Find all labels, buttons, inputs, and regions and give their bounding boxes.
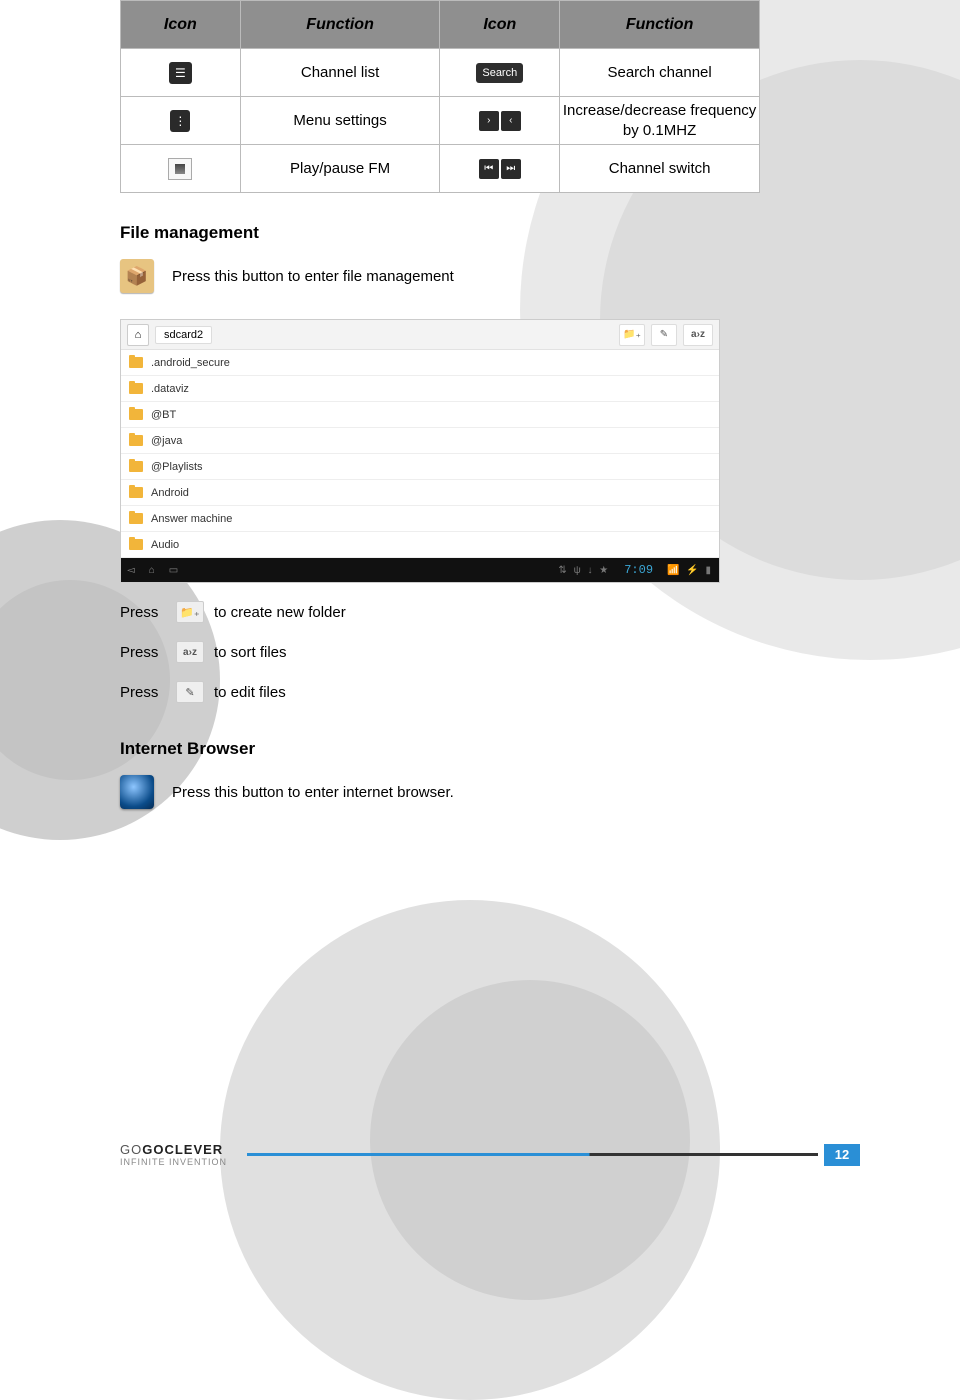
folder-icon xyxy=(129,461,143,472)
file-manager-app-icon xyxy=(120,259,154,293)
sort-az-icon: a›z xyxy=(176,641,204,663)
footer-logo: GOGOCLEVER INFINITE INVENTION xyxy=(120,1142,227,1167)
home-nav-icon[interactable]: ⌂ xyxy=(149,565,155,576)
list-item[interactable]: @BT xyxy=(121,402,719,428)
folder-icon xyxy=(129,513,143,524)
file-manager-screenshot: ⌂ sdcard2 📁₊ ✎ a›z .android_secure .data… xyxy=(120,319,720,583)
folder-icon xyxy=(129,487,143,498)
th-func-2: Function xyxy=(560,1,760,49)
press-label-1: Press xyxy=(120,604,166,621)
folder-icon xyxy=(129,357,143,368)
func-channel-switch: Channel switch xyxy=(560,145,760,193)
sort-az-icon[interactable]: a›z xyxy=(683,324,713,346)
channel-switch-icon: ⏮⏭ xyxy=(479,159,521,179)
press-edit-text: to edit files xyxy=(214,684,286,701)
internet-browser-instruction: Press this button to enter internet brow… xyxy=(172,784,454,801)
freq-arrows-icon: ›‹ xyxy=(479,111,521,131)
func-search-channel: Search channel xyxy=(560,49,760,97)
menu-settings-icon: ⋮ xyxy=(170,110,190,132)
th-icon-1: Icon xyxy=(121,1,241,49)
list-item[interactable]: .android_secure xyxy=(121,350,719,376)
list-item[interactable]: Android xyxy=(121,480,719,506)
folder-icon xyxy=(129,435,143,446)
press-label-2: Press xyxy=(120,644,166,661)
heading-internet-browser: Internet Browser xyxy=(120,739,840,759)
func-play-pause: Play/pause FM xyxy=(240,145,440,193)
list-item[interactable]: Answer machine xyxy=(121,506,719,532)
list-item[interactable]: .dataviz xyxy=(121,376,719,402)
folder-icon xyxy=(129,539,143,550)
home-icon[interactable]: ⌂ xyxy=(127,324,149,346)
press-sort-text: to sort files xyxy=(214,644,287,661)
func-freq: Increase/decrease frequency by 0.1MHZ xyxy=(560,101,759,140)
status-icons-right: 📶 ⚡ ▮ xyxy=(667,565,713,576)
th-func-1: Function xyxy=(240,1,440,49)
back-nav-icon[interactable]: ◅ xyxy=(127,565,135,576)
list-item[interactable]: @Playlists xyxy=(121,454,719,480)
th-icon-2: Icon xyxy=(440,1,560,49)
search-icon: Search xyxy=(476,63,523,83)
status-icons: ⇅ ψ ↓ ★ xyxy=(558,565,610,576)
folder-icon xyxy=(129,409,143,420)
play-pause-icon xyxy=(168,158,192,180)
edit-icon: ✎ xyxy=(176,681,204,703)
folder-icon xyxy=(129,383,143,394)
channel-list-icon: ☰ xyxy=(169,62,192,84)
list-item[interactable]: @java xyxy=(121,428,719,454)
browser-app-icon xyxy=(120,775,154,809)
press-new-folder-text: to create new folder xyxy=(214,604,346,621)
func-channel-list: Channel list xyxy=(240,49,440,97)
footer-bar xyxy=(247,1153,818,1156)
recents-nav-icon[interactable]: ▭ xyxy=(169,565,178,576)
func-menu-settings: Menu settings xyxy=(240,97,440,145)
status-time: 7:09 xyxy=(624,563,653,577)
file-management-instruction: Press this button to enter file manageme… xyxy=(172,268,454,285)
heading-file-management: File management xyxy=(120,223,840,243)
new-folder-icon: 📁₊ xyxy=(176,601,204,623)
icon-function-table: Icon Function Icon Function ☰ Channel li… xyxy=(120,0,760,193)
list-item[interactable]: Audio xyxy=(121,532,719,558)
new-folder-icon[interactable]: 📁₊ xyxy=(619,324,645,346)
page-number: 12 xyxy=(824,1144,860,1166)
breadcrumb-sdcard2[interactable]: sdcard2 xyxy=(155,326,212,344)
edit-icon[interactable]: ✎ xyxy=(651,324,677,346)
press-label-3: Press xyxy=(120,684,166,701)
